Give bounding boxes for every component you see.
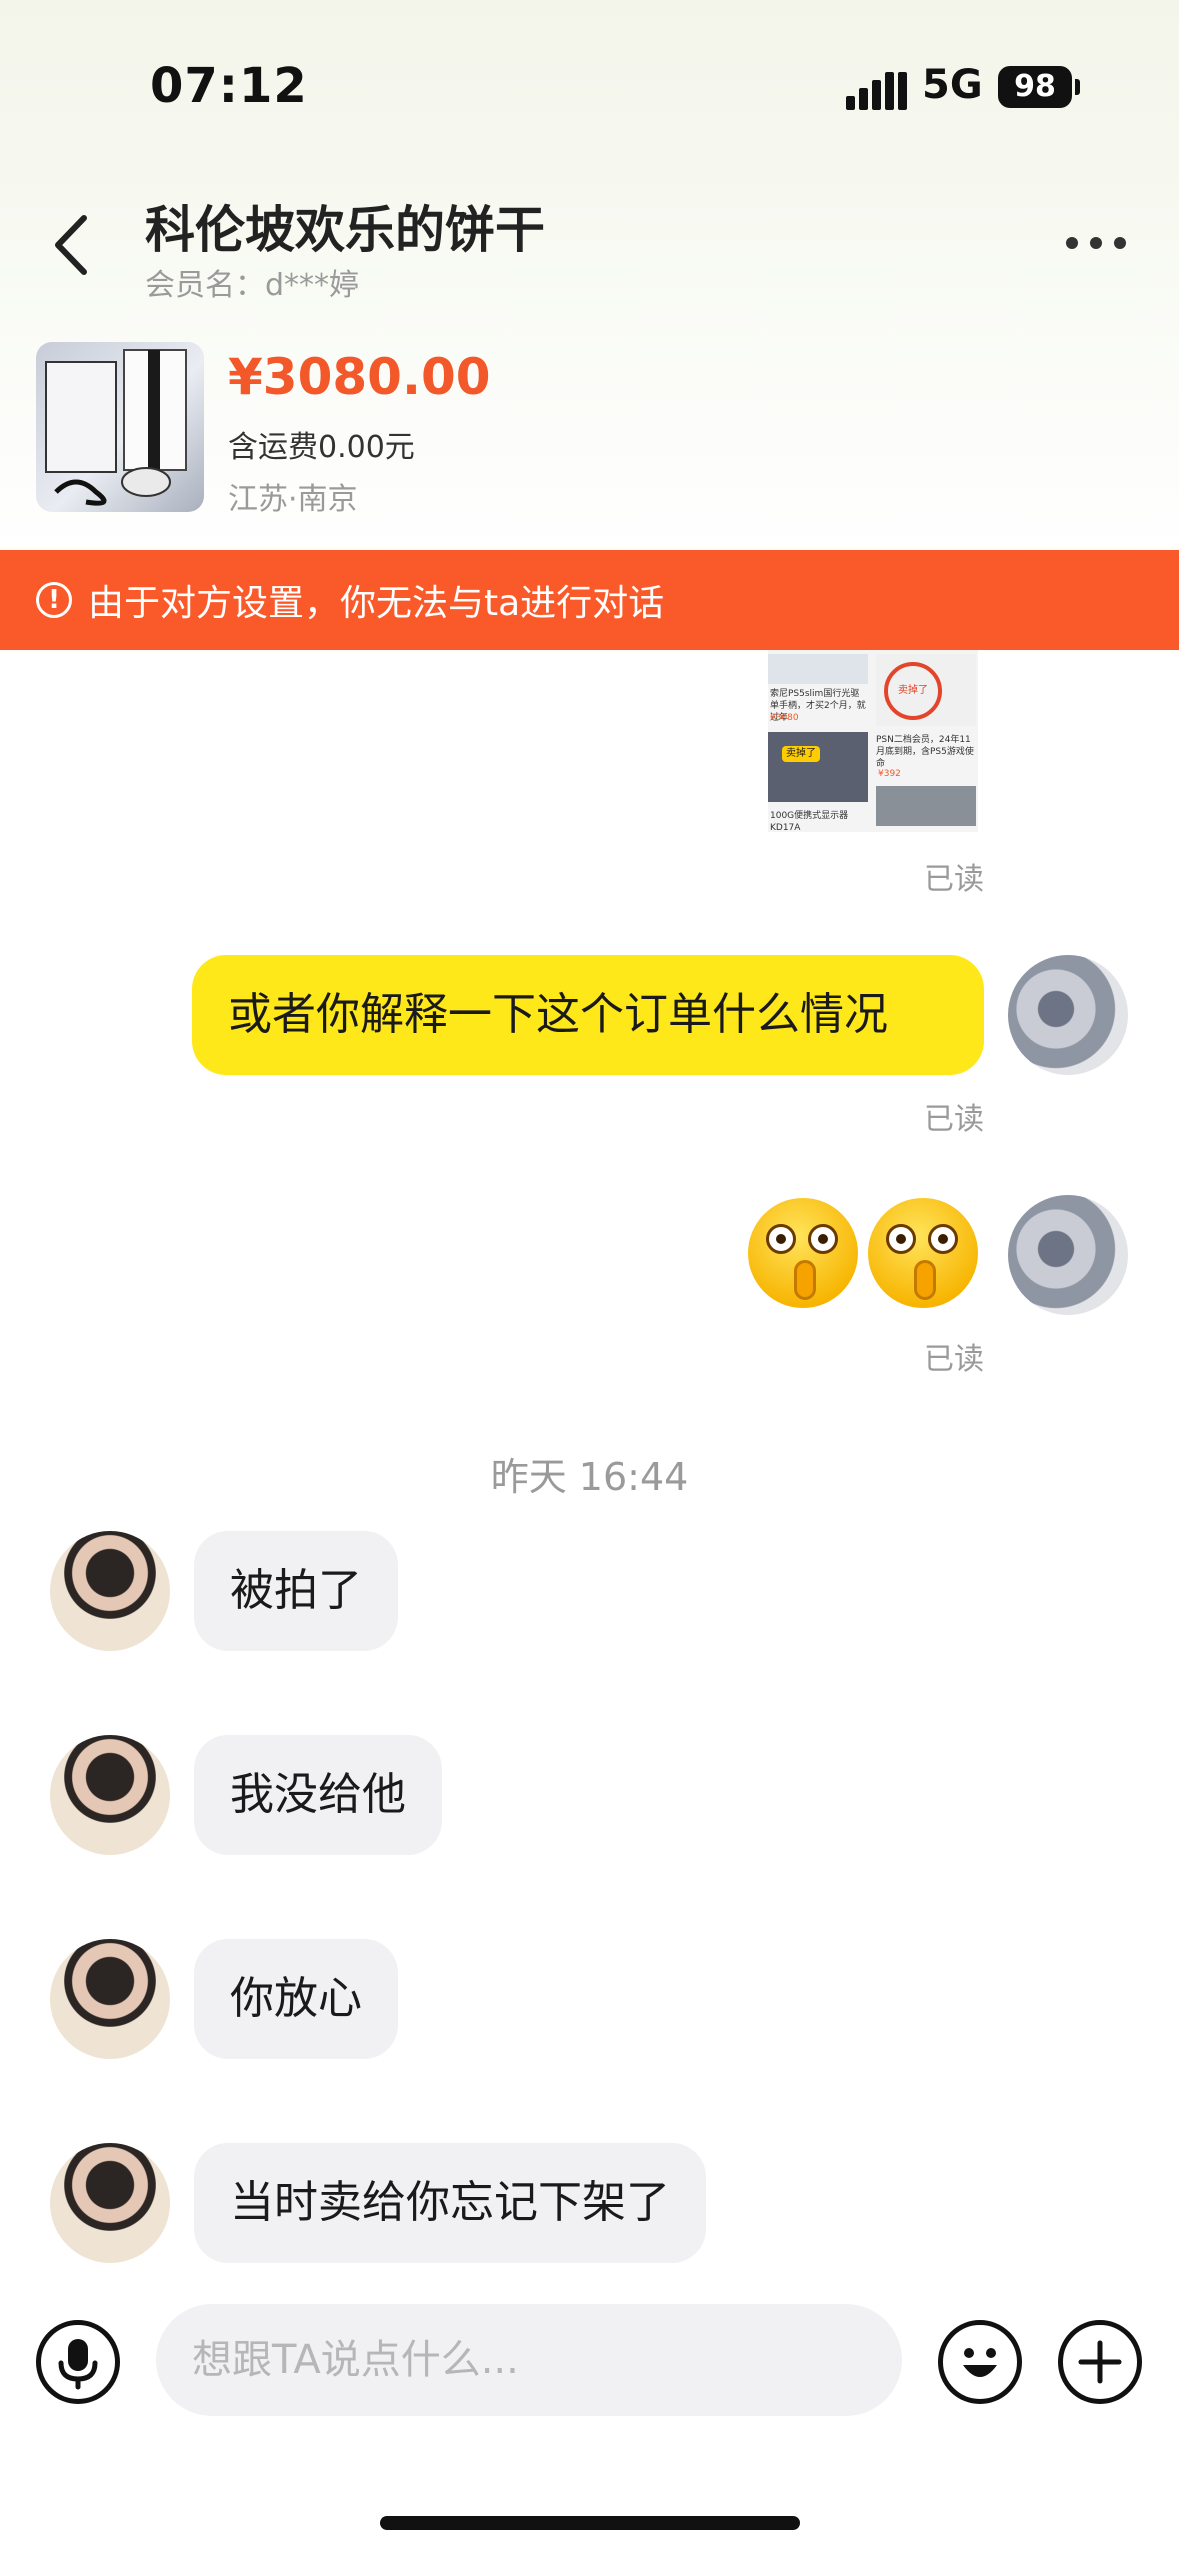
member-name: 会员名：d***婷 bbox=[145, 268, 360, 303]
thumb-image-1 bbox=[768, 654, 868, 684]
other-avatar[interactable] bbox=[50, 1939, 170, 2059]
thumb-image-3: 卖掉了 bbox=[768, 732, 868, 802]
shush-emoji-icon[interactable] bbox=[748, 1198, 858, 1308]
other-message-bubble[interactable]: 被拍了 bbox=[194, 1531, 398, 1651]
thumb-text-3: 100G便携式显示器KD17A bbox=[770, 811, 849, 832]
chat-title: 科伦坡欢乐的饼干 bbox=[145, 201, 545, 259]
thumb-image-4 bbox=[876, 786, 976, 826]
sold-tag: 卖掉了 bbox=[782, 746, 820, 762]
battery-tip bbox=[1075, 79, 1080, 95]
banner-text: 由于对方设置，你无法与ta进行对话 bbox=[88, 583, 665, 624]
network-type: 5G bbox=[922, 62, 983, 108]
thumb-image-2: 卖掉了 bbox=[876, 654, 976, 726]
product-image[interactable] bbox=[36, 342, 204, 512]
emoji-button[interactable] bbox=[938, 2320, 1022, 2404]
my-avatar[interactable] bbox=[1008, 955, 1128, 1075]
more-dot bbox=[1114, 237, 1126, 249]
other-avatar[interactable] bbox=[50, 1531, 170, 1651]
product-price: ¥3080.00 bbox=[228, 348, 491, 406]
other-avatar[interactable] bbox=[50, 1735, 170, 1855]
read-receipt: 已读 bbox=[924, 1342, 984, 1377]
battery-icon: 98 bbox=[998, 66, 1072, 108]
more-dot bbox=[1066, 237, 1078, 249]
other-message-bubble[interactable]: 当时卖给你忘记下架了 bbox=[194, 2143, 706, 2263]
read-receipt: 已读 bbox=[924, 1102, 984, 1137]
sold-stamp: 卖掉了 bbox=[884, 662, 942, 720]
other-message-bubble[interactable]: 你放心 bbox=[194, 1939, 398, 2059]
back-button[interactable] bbox=[48, 212, 98, 278]
other-avatar[interactable] bbox=[50, 2143, 170, 2263]
emoji-eye bbox=[886, 1224, 916, 1254]
home-indicator[interactable] bbox=[380, 2516, 800, 2530]
thumb-price-1: ¥3080 bbox=[770, 713, 799, 723]
add-button[interactable] bbox=[1058, 2320, 1142, 2404]
blocked-banner: ! 由于对方设置，你无法与ta进行对话 bbox=[0, 550, 1179, 650]
status-time: 07:12 bbox=[150, 58, 308, 114]
read-receipt: 已读 bbox=[924, 862, 984, 897]
emoji-hand bbox=[914, 1260, 936, 1300]
plus-icon bbox=[1078, 2340, 1122, 2384]
signal-icon bbox=[846, 70, 907, 110]
warning-icon: ! bbox=[36, 582, 72, 618]
emoji-eye bbox=[928, 1224, 958, 1254]
smiley-icon bbox=[963, 2348, 997, 2377]
microphone-icon bbox=[58, 2339, 98, 2390]
my-avatar[interactable] bbox=[1008, 1195, 1128, 1315]
other-message-bubble[interactable]: 我没给他 bbox=[194, 1735, 442, 1855]
voice-button[interactable] bbox=[36, 2320, 120, 2404]
more-dot bbox=[1090, 237, 1102, 249]
chat-timestamp: 昨天 16:44 bbox=[490, 1455, 689, 1499]
shush-emoji-icon[interactable] bbox=[868, 1198, 978, 1308]
emoji-eye bbox=[766, 1224, 796, 1254]
message-input[interactable]: 想跟TA说点什么... bbox=[156, 2304, 902, 2416]
more-button[interactable] bbox=[1066, 228, 1136, 258]
thumb-price-2: ¥392 bbox=[878, 769, 901, 779]
emoji-eye bbox=[808, 1224, 838, 1254]
shipping-info: 含运费0.00元 bbox=[228, 430, 415, 465]
product-location: 江苏·南京 bbox=[228, 482, 358, 517]
my-message-bubble[interactable]: 或者你解释一下这个订单什么情况 bbox=[192, 955, 984, 1075]
thumb-text-2: PSN二档会员，24年11月底到期，含PS5游戏使命 bbox=[876, 735, 974, 769]
emoji-hand bbox=[794, 1260, 816, 1300]
console-illustration bbox=[45, 349, 187, 506]
chevron-left-icon bbox=[55, 215, 87, 275]
shared-screenshot[interactable]: 索尼PS5slim国行光驱单手柄，才买2个月，就过年 ¥3080 卖掉了 PSN… bbox=[768, 650, 978, 832]
